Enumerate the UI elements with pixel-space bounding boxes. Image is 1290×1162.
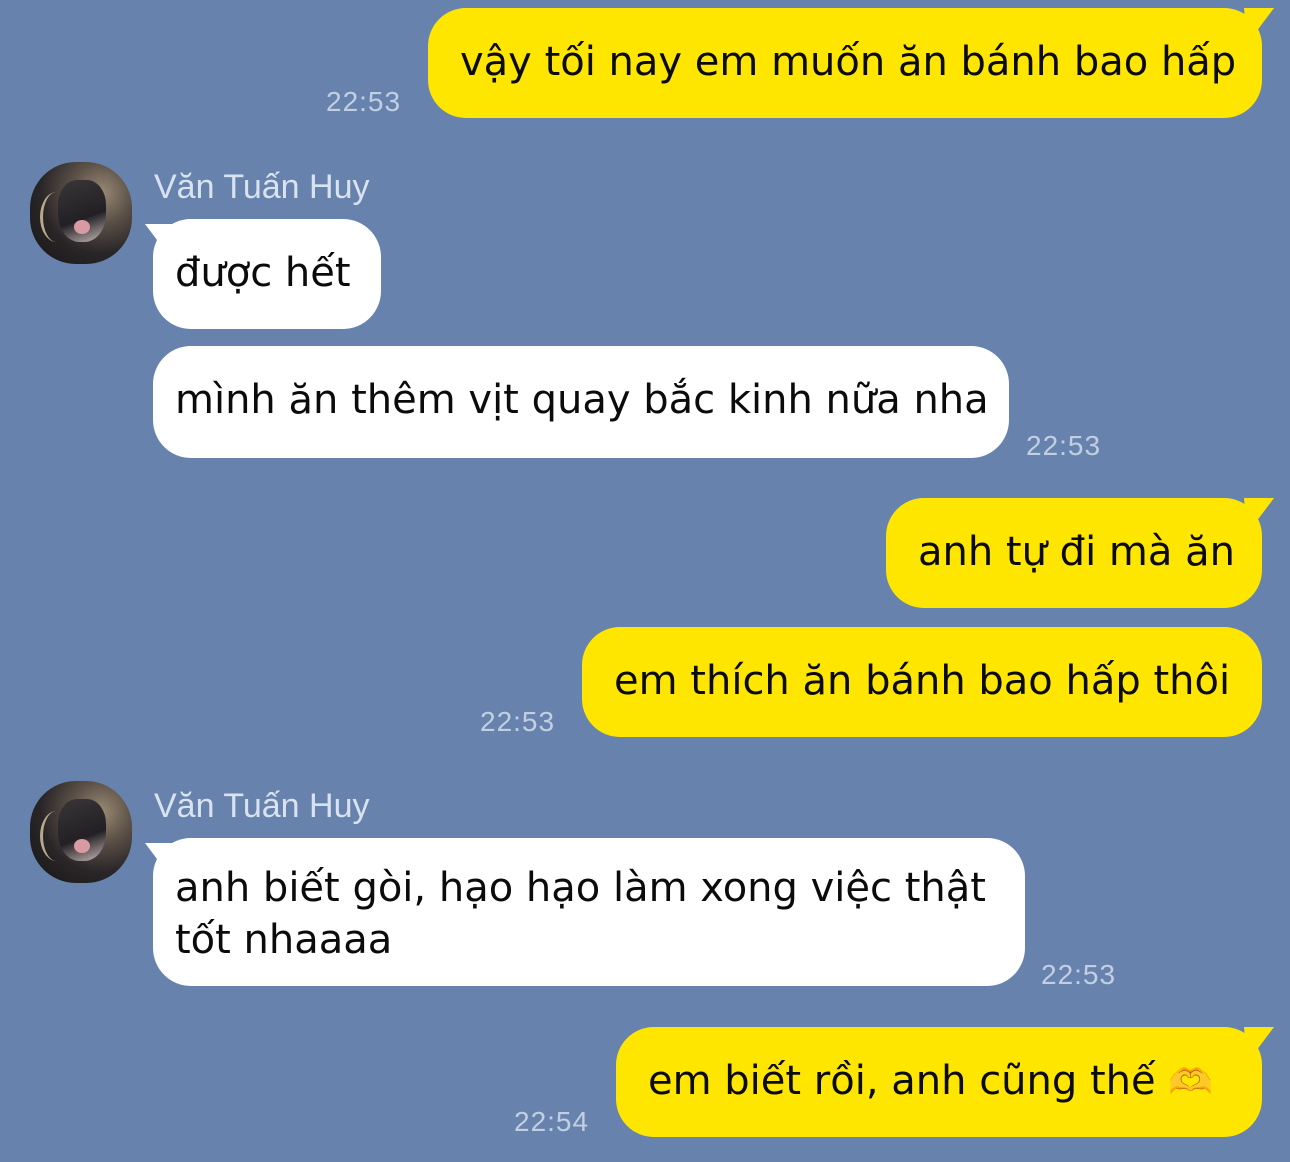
cat-avatar-icon[interactable] bbox=[30, 162, 132, 264]
message-text: được hết bbox=[175, 250, 351, 296]
message-timestamp: 22:53 bbox=[326, 86, 402, 117]
message-bubble-incoming[interactable]: được hết bbox=[153, 219, 381, 329]
sender-name[interactable]: Văn Tuấn Huy bbox=[154, 787, 369, 826]
message-bubble-outgoing[interactable]: em biết rồi, anh cũng thế 🫶 bbox=[616, 1027, 1262, 1137]
cat-avatar-icon[interactable] bbox=[30, 781, 132, 883]
avatar-nose-shape bbox=[74, 839, 90, 853]
message-text: em thích ăn bánh bao hấp thôi bbox=[614, 658, 1231, 704]
message-timestamp: 22:53 bbox=[480, 706, 556, 737]
message-text: mình ăn thêm vịt quay bắc kinh nữa nha bbox=[175, 377, 989, 423]
message-timestamp: 22:53 bbox=[1026, 430, 1102, 461]
avatar-nose-shape bbox=[74, 220, 90, 234]
message-bubble-incoming[interactable]: anh biết gòi, hạo hạo làm xong việc thật… bbox=[153, 838, 1025, 986]
message-bubble-outgoing[interactable]: em thích ăn bánh bao hấp thôi bbox=[582, 627, 1262, 737]
message-bubble-incoming[interactable]: mình ăn thêm vịt quay bắc kinh nữa nha bbox=[153, 346, 1009, 458]
message-text: anh biết gòi, hạo hạo làm xong việc thật… bbox=[175, 865, 986, 963]
sender-name[interactable]: Văn Tuấn Huy bbox=[154, 168, 369, 207]
message-text: em biết rồi, anh cũng thế bbox=[648, 1058, 1156, 1104]
message-text: anh tự đi mà ăn bbox=[918, 529, 1235, 575]
avatar-whisker-shape bbox=[40, 192, 73, 242]
avatar-whisker-shape bbox=[40, 811, 73, 861]
message-text: vậy tối nay em muốn ăn bánh bao hấp bbox=[460, 39, 1237, 85]
heart-hands-emoji-icon: 🫶 bbox=[1168, 1062, 1214, 1103]
message-bubble-outgoing[interactable]: vậy tối nay em muốn ăn bánh bao hấp bbox=[428, 8, 1262, 118]
message-timestamp: 22:53 bbox=[1041, 959, 1117, 990]
message-timestamp: 22:54 bbox=[514, 1106, 590, 1137]
message-bubble-outgoing[interactable]: anh tự đi mà ăn bbox=[886, 498, 1262, 608]
